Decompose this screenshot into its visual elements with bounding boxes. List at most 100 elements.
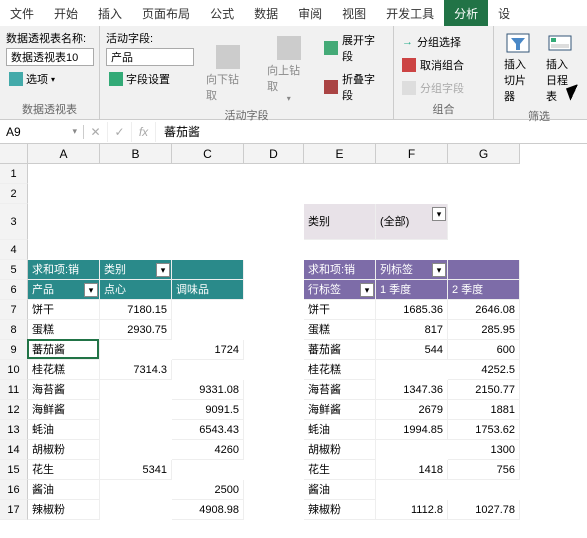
- row-header-9[interactable]: 9: [0, 340, 28, 360]
- cell[interactable]: 2646.08: [448, 300, 520, 320]
- cell[interactable]: 544: [376, 340, 448, 360]
- cell[interactable]: 1347.36: [376, 380, 448, 400]
- cell[interactable]: 蕃茄酱: [28, 340, 100, 360]
- row-header-8[interactable]: 8: [0, 320, 28, 340]
- menu-开发工具[interactable]: 开发工具: [376, 0, 444, 26]
- collapse-field-button[interactable]: 折叠字段: [322, 69, 387, 105]
- cell[interactable]: 4260: [172, 440, 244, 460]
- menu-分析[interactable]: 分析: [444, 0, 488, 26]
- col-header-E[interactable]: E: [304, 144, 376, 164]
- cell[interactable]: 2 季度: [448, 280, 520, 300]
- row-header-11[interactable]: 11: [0, 380, 28, 400]
- filter-dropdown[interactable]: ▾: [432, 207, 446, 221]
- cell[interactable]: 6543.43: [172, 420, 244, 440]
- cell[interactable]: 1300: [448, 440, 520, 460]
- cell[interactable]: 海鲜酱: [304, 400, 376, 420]
- row-header-12[interactable]: 12: [0, 400, 28, 420]
- cancel-formula-button[interactable]: ✕: [84, 122, 108, 142]
- cell[interactable]: 9331.08: [172, 380, 244, 400]
- cell[interactable]: 辣椒粉: [28, 500, 100, 520]
- menu-页面布局[interactable]: 页面布局: [132, 0, 200, 26]
- row-header-15[interactable]: 15: [0, 460, 28, 480]
- cell[interactable]: 4252.5: [448, 360, 520, 380]
- cell[interactable]: 7314.3: [100, 360, 172, 380]
- cell[interactable]: 1418: [376, 460, 448, 480]
- col-header-D[interactable]: D: [244, 144, 304, 164]
- ungroup-button[interactable]: 取消组合: [400, 55, 466, 75]
- options-button[interactable]: 选项 ▾: [6, 69, 94, 89]
- expand-field-button[interactable]: 展开字段: [322, 30, 387, 66]
- row-header-4[interactable]: 4: [0, 240, 28, 260]
- menu-文件[interactable]: 文件: [0, 0, 44, 26]
- filter-dropdown[interactable]: ▾: [360, 283, 374, 297]
- cell[interactable]: 2679: [376, 400, 448, 420]
- cell[interactable]: 2930.75: [100, 320, 172, 340]
- col-header-A[interactable]: A: [28, 144, 100, 164]
- cell[interactable]: 蛋糕: [304, 320, 376, 340]
- menu-视图[interactable]: 视图: [332, 0, 376, 26]
- row-header-13[interactable]: 13: [0, 420, 28, 440]
- row-header-7[interactable]: 7: [0, 300, 28, 320]
- row-header-1[interactable]: 1: [0, 164, 28, 184]
- filter-dropdown[interactable]: ▾: [84, 283, 98, 297]
- cell[interactable]: [448, 260, 520, 280]
- cell[interactable]: 600: [448, 340, 520, 360]
- col-header-C[interactable]: C: [172, 144, 244, 164]
- cell[interactable]: 类别: [304, 204, 376, 240]
- menu-审阅[interactable]: 审阅: [288, 0, 332, 26]
- cell[interactable]: 9091.5: [172, 400, 244, 420]
- cell[interactable]: 817: [376, 320, 448, 340]
- cell[interactable]: 辣椒粉: [304, 500, 376, 520]
- col-header-B[interactable]: B: [100, 144, 172, 164]
- cell[interactable]: 桂花糕: [28, 360, 100, 380]
- cell[interactable]: 蚝油: [28, 420, 100, 440]
- menu-公式[interactable]: 公式: [200, 0, 244, 26]
- field-settings-button[interactable]: 字段设置: [106, 69, 194, 89]
- cell[interactable]: 1881: [448, 400, 520, 420]
- cell[interactable]: 1724: [172, 340, 244, 360]
- row-header-16[interactable]: 16: [0, 480, 28, 500]
- cell[interactable]: 756: [448, 460, 520, 480]
- row-header-14[interactable]: 14: [0, 440, 28, 460]
- cell[interactable]: 2500: [172, 480, 244, 500]
- cell[interactable]: 1027.78: [448, 500, 520, 520]
- cell[interactable]: 蛋糕: [28, 320, 100, 340]
- cell[interactable]: 求和项:销: [304, 260, 376, 280]
- insert-timeline-button[interactable]: 插入日程表: [542, 30, 578, 106]
- name-box[interactable]: A9 ▾: [0, 125, 84, 139]
- cell[interactable]: 调味品: [172, 280, 244, 300]
- cell[interactable]: 桂花糕: [304, 360, 376, 380]
- menu-插入[interactable]: 插入: [88, 0, 132, 26]
- select-all-corner[interactable]: [0, 144, 28, 164]
- cell[interactable]: 5341: [100, 460, 172, 480]
- cell[interactable]: 1753.62: [448, 420, 520, 440]
- formula-input[interactable]: 蕃茄酱: [156, 123, 587, 140]
- cell[interactable]: 1685.36: [376, 300, 448, 320]
- row-header-2[interactable]: 2: [0, 184, 28, 204]
- cell[interactable]: 花生: [28, 460, 100, 480]
- row-header-17[interactable]: 17: [0, 500, 28, 520]
- filter-dropdown[interactable]: ▾: [156, 263, 170, 277]
- cell[interactable]: 花生: [304, 460, 376, 480]
- col-header-G[interactable]: G: [448, 144, 520, 164]
- cell[interactable]: 饼干: [28, 300, 100, 320]
- cell[interactable]: 7180.15: [100, 300, 172, 320]
- cell[interactable]: 求和项:销: [28, 260, 100, 280]
- cell[interactable]: [172, 260, 244, 280]
- menu-开始[interactable]: 开始: [44, 0, 88, 26]
- cell[interactable]: 蕃茄酱: [304, 340, 376, 360]
- enter-formula-button[interactable]: ✓: [108, 122, 132, 142]
- cell[interactable]: 胡椒粉: [28, 440, 100, 460]
- cell[interactable]: 2150.77: [448, 380, 520, 400]
- cell[interactable]: 酱油: [304, 480, 376, 500]
- row-header-6[interactable]: 6: [0, 280, 28, 300]
- group-selection-button[interactable]: → 分组选择: [400, 32, 466, 52]
- cell[interactable]: 4908.98: [172, 500, 244, 520]
- cell[interactable]: 海苔酱: [304, 380, 376, 400]
- cell[interactable]: 蚝油: [304, 420, 376, 440]
- drill-up-button[interactable]: 向上钻取 ▾: [261, 30, 316, 105]
- row-header-3[interactable]: 3: [0, 204, 28, 240]
- cell[interactable]: 胡椒粉: [304, 440, 376, 460]
- cell[interactable]: 酱油: [28, 480, 100, 500]
- row-header-10[interactable]: 10: [0, 360, 28, 380]
